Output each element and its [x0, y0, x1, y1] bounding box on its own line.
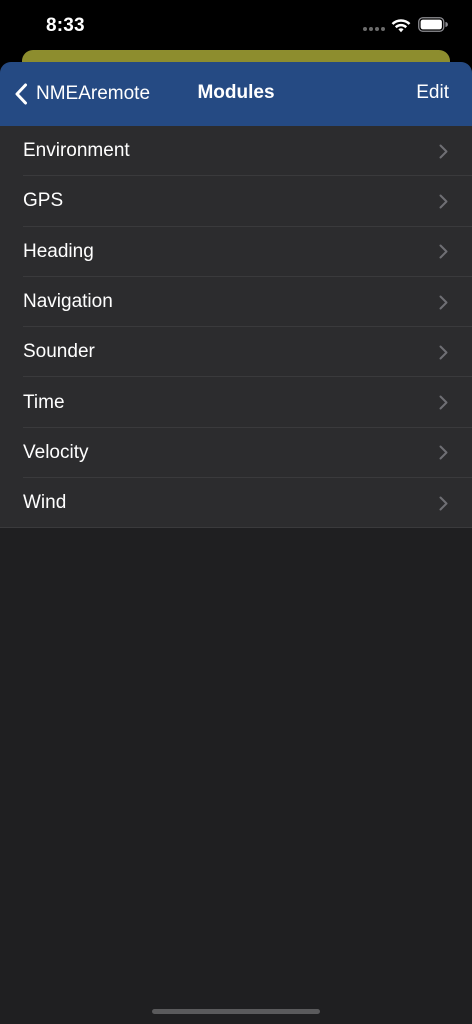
list-item-label: GPS: [23, 190, 64, 212]
navigation-bar: NMEAremote Modules Edit: [0, 62, 472, 126]
list-item-label: Sounder: [23, 341, 95, 363]
page-title: Modules: [197, 82, 275, 103]
list-item-gps[interactable]: GPS: [0, 176, 472, 227]
list-item-heading[interactable]: Heading: [0, 227, 472, 278]
back-button-label: NMEAremote: [36, 83, 151, 104]
list-item-label: Environment: [23, 140, 130, 162]
modules-sheet: NMEAremote Modules Edit Environment GPS …: [0, 62, 472, 1024]
list-item-time[interactable]: Time: [0, 377, 472, 429]
chevron-right-icon: [439, 244, 448, 259]
chevron-right-icon: [439, 144, 448, 159]
chevron-right-icon: [439, 295, 448, 310]
list-item-velocity[interactable]: Velocity: [0, 428, 472, 479]
chevron-right-icon: [439, 445, 448, 460]
list-item-label: Time: [23, 391, 65, 413]
edit-button[interactable]: Edit: [416, 82, 449, 104]
screen: 8:33 NMEAremote Modules Edit Environment…: [0, 0, 472, 1024]
list-item-sounder[interactable]: Sounder: [0, 327, 472, 378]
chevron-right-icon: [439, 496, 448, 511]
modules-list: Environment GPS Heading Navigation Sound…: [0, 126, 472, 529]
list-item-environment[interactable]: Environment: [0, 126, 472, 177]
status-time: 8:33: [46, 15, 85, 36]
status-bar: 8:33: [0, 0, 472, 52]
list-item-label: Wind: [23, 492, 67, 514]
list-item-label: Navigation: [23, 291, 113, 313]
home-indicator[interactable]: [152, 1009, 320, 1014]
list-item-label: Heading: [23, 240, 94, 262]
wifi-icon: [391, 19, 411, 33]
chevron-right-icon: [439, 395, 448, 410]
list-item-wind[interactable]: Wind: [0, 478, 472, 529]
chevron-right-icon: [439, 345, 448, 360]
cellular-signal-icon: [363, 27, 385, 31]
chevron-left-icon: [15, 83, 27, 105]
back-button[interactable]: NMEAremote: [14, 80, 150, 108]
list-item-label: Velocity: [23, 441, 89, 463]
chevron-right-icon: [439, 194, 448, 209]
list-item-navigation[interactable]: Navigation: [0, 277, 472, 328]
battery-icon: [418, 17, 448, 32]
